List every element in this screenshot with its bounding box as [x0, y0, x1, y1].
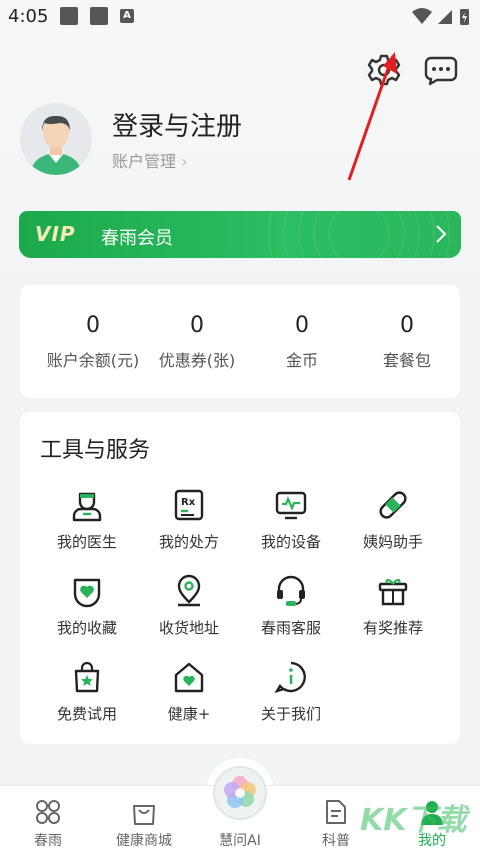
location-pin-icon — [177, 574, 201, 607]
stat-label: 账户余额(元) — [46, 351, 140, 370]
stat-packages[interactable]: 0 套餐包 — [352, 313, 462, 371]
chevron-right-icon: › — [181, 152, 188, 171]
nav-label: 健康商城 — [116, 833, 172, 849]
tool-label: 我的处方 — [158, 533, 219, 551]
article-icon — [326, 800, 346, 824]
tool-label: 有奖推荐 — [362, 619, 423, 637]
prescription-icon: Rx — [174, 489, 204, 521]
tool-shipping-address[interactable]: 收货地址 — [138, 574, 240, 638]
nav-ai-label: 慧问AI — [219, 833, 261, 849]
stat-value: 0 — [295, 313, 309, 338]
vip-banner[interactable]: VIP 春雨会员 — [19, 211, 461, 258]
nav-health-mall[interactable]: 健康商城 — [99, 798, 189, 850]
tool-my-prescription[interactable]: Rx 我的处方 — [138, 488, 240, 552]
tool-label: 免费试用 — [56, 705, 117, 723]
ai-flower-icon — [224, 776, 256, 808]
account-management-link[interactable]: 账户管理 › — [112, 148, 188, 172]
tool-my-favorites[interactable]: 我的收藏 — [36, 574, 138, 638]
grid-circles-icon — [36, 800, 60, 824]
doctor-icon — [72, 492, 102, 522]
tool-my-doctor[interactable]: 我的医生 — [36, 488, 138, 552]
tool-health-plus[interactable]: 健康+ — [138, 660, 240, 724]
device-monitor-icon — [275, 491, 307, 520]
tool-my-device[interactable]: 我的设备 — [240, 488, 342, 552]
a-badge-icon: A — [120, 9, 134, 23]
vip-pattern-icon — [268, 211, 450, 258]
stat-value: 0 — [190, 313, 204, 338]
tool-customer-service[interactable]: 春雨客服 — [240, 574, 342, 638]
tool-about-us[interactable]: 关于我们 — [240, 660, 342, 724]
account-stats-card: 0 账户余额(元) 0 优惠券(张) 0 金币 0 套餐包 — [20, 285, 460, 398]
notification-icon — [90, 7, 108, 25]
tool-period-helper[interactable]: 姨妈助手 — [342, 488, 444, 552]
stat-label: 优惠券(张) — [158, 351, 236, 370]
favorite-heart-icon — [73, 578, 101, 608]
shopping-bag-star-icon — [74, 661, 100, 693]
vip-label: 春雨会员 — [101, 228, 173, 249]
tool-label: 春雨客服 — [260, 619, 321, 637]
vip-logo: VIP — [35, 222, 76, 246]
nav-label: 春雨 — [34, 833, 62, 849]
tool-label: 关于我们 — [260, 705, 321, 723]
stat-label: 套餐包 — [382, 351, 431, 370]
login-register-title[interactable]: 登录与注册 — [112, 106, 242, 143]
notification-icon — [60, 7, 78, 25]
tool-label: 健康+ — [167, 705, 211, 723]
tool-label: 收货地址 — [158, 619, 219, 637]
avatar[interactable] — [20, 103, 92, 175]
gift-icon — [378, 579, 408, 606]
stat-value: 0 — [400, 313, 414, 338]
watermark-logo: KK下载 — [360, 803, 467, 838]
tools-services-card: 工具与服务 我的医生 Rx 我的处方 我的设备 姨妈助手 我的收藏 收货地址 春… — [20, 412, 460, 744]
status-time: 4:05 — [8, 6, 49, 27]
tool-label: 我的设备 — [260, 533, 321, 551]
tool-label: 姨妈助手 — [362, 533, 423, 551]
headset-icon — [277, 575, 305, 606]
home-heart-icon — [174, 662, 204, 693]
chevron-right-icon — [436, 225, 447, 243]
stat-label: 金币 — [285, 351, 318, 370]
annotation-arrow-icon — [347, 52, 397, 181]
info-icon — [274, 661, 306, 693]
nav-chunyu[interactable]: 春雨 — [3, 798, 93, 850]
stat-coupons[interactable]: 0 优惠券(张) — [142, 313, 252, 371]
stat-coins[interactable]: 0 金币 — [247, 313, 357, 371]
user-avatar-icon — [30, 115, 82, 175]
tools-title: 工具与服务 — [40, 438, 151, 463]
message-chat-icon[interactable] — [423, 52, 459, 88]
tool-label: 我的收藏 — [56, 619, 117, 637]
system-status-icons — [412, 8, 469, 25]
shopping-bag-icon — [133, 805, 155, 825]
status-bar: 4:05 A — [0, 0, 480, 34]
svg-text:Rx: Rx — [181, 497, 196, 508]
account-management-label: 账户管理 — [112, 152, 177, 171]
tool-label: 我的医生 — [56, 533, 117, 551]
stat-balance[interactable]: 0 账户余额(元) — [38, 313, 148, 371]
tool-free-trial[interactable]: 免费试用 — [36, 660, 138, 724]
bandage-icon — [379, 491, 407, 519]
nav-ai-button[interactable] — [213, 766, 267, 820]
tool-referral-rewards[interactable]: 有奖推荐 — [342, 574, 444, 638]
stat-value: 0 — [86, 313, 100, 338]
